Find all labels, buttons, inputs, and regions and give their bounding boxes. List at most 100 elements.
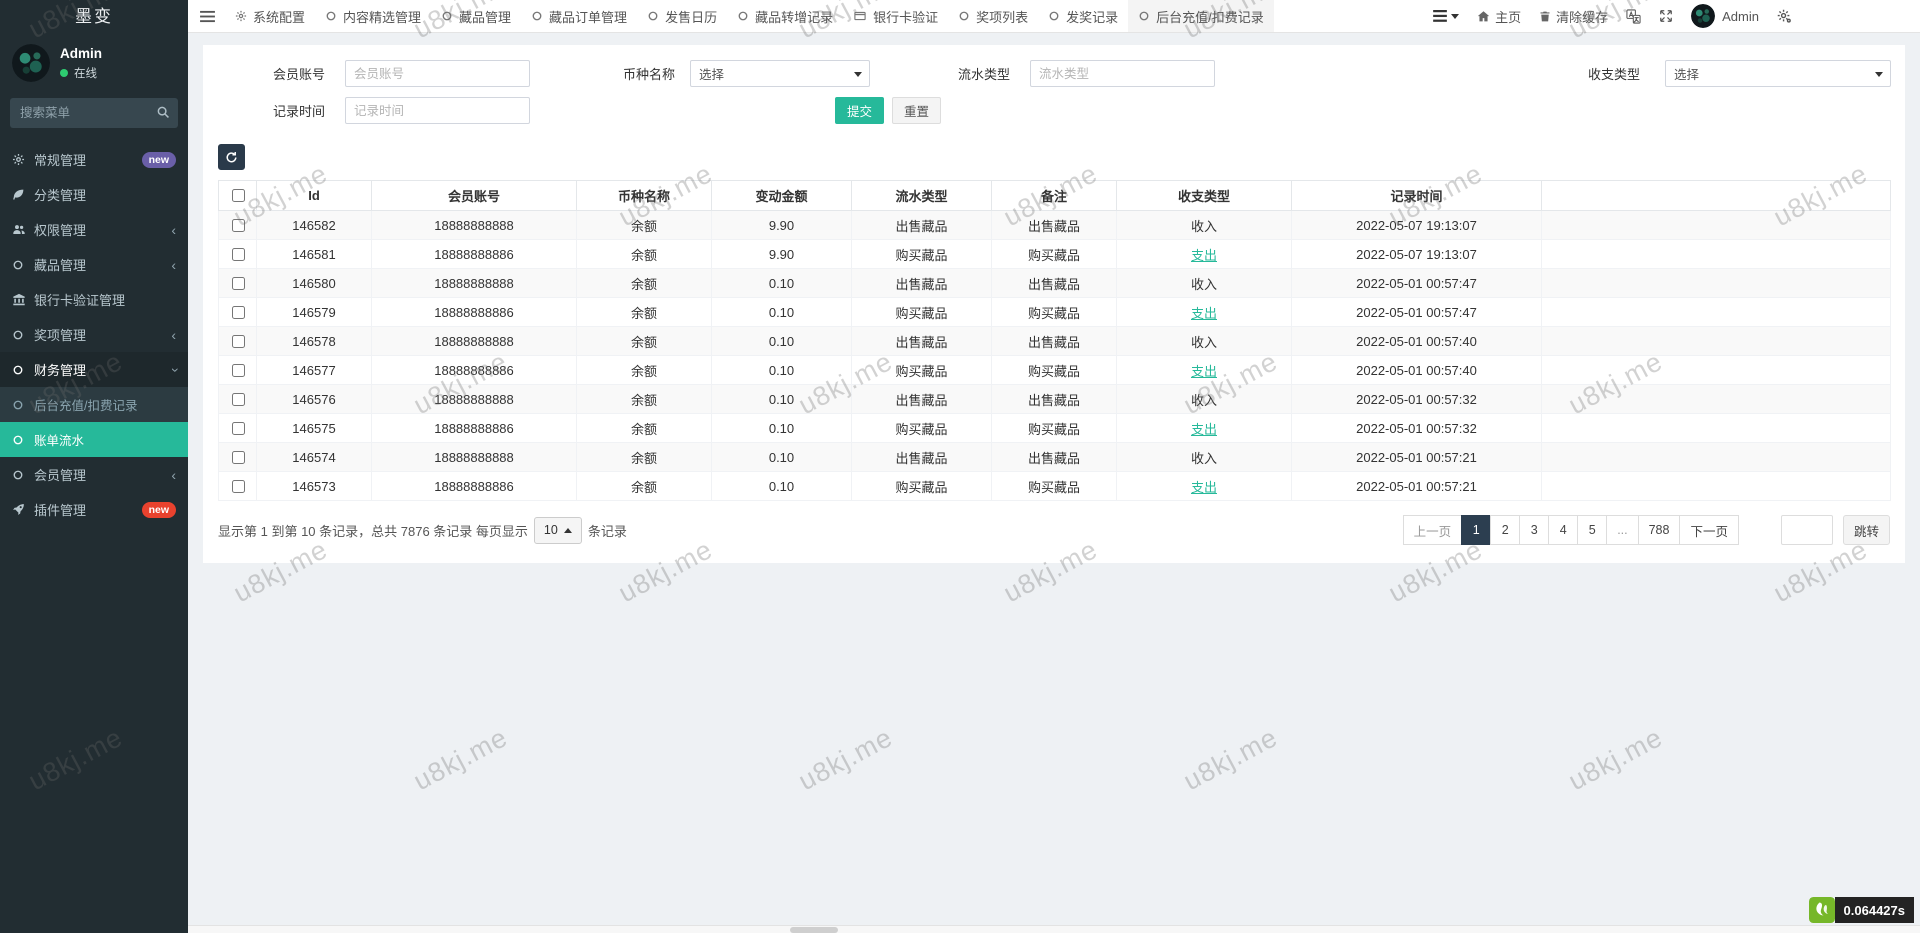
flow-type-label: 流水类型 [955, 64, 1010, 83]
home-link[interactable]: 主页 [1477, 7, 1521, 26]
row-checkbox[interactable] [232, 277, 245, 290]
flow-type-input[interactable] [1030, 60, 1215, 87]
column-header[interactable]: 币种名称 [577, 181, 712, 211]
column-header[interactable]: 流水类型 [852, 181, 992, 211]
page-button[interactable]: 1 [1461, 515, 1491, 545]
chevron-left-icon: ‹ [171, 223, 176, 237]
topnav-tabs: 系统配置内容精选管理藏品管理藏品订单管理发售日历藏品转增记录 银行卡验证 奖项列表发… [225, 0, 1274, 32]
page-size-select[interactable]: 10 [534, 517, 582, 544]
row-checkbox[interactable] [232, 306, 245, 319]
user-menu[interactable]: Admin [1691, 4, 1759, 28]
sidebar-item[interactable]: 藏品管理‹ [0, 247, 188, 282]
translate-icon[interactable] [1626, 9, 1641, 24]
scrollbar-thumb[interactable] [790, 927, 838, 933]
trash-icon [1539, 10, 1551, 23]
reset-button[interactable]: 重置 [892, 97, 941, 124]
topnav-tab[interactable]: 系统配置 [225, 0, 315, 32]
row-checkbox[interactable] [232, 422, 245, 435]
column-header[interactable]: 变动金额 [712, 181, 852, 211]
cell-account: 18888888888 [372, 443, 577, 472]
sidebar-item[interactable]: 账单流水 [0, 422, 188, 457]
column-header[interactable]: 收支类型 [1117, 181, 1292, 211]
prev-page-button[interactable]: 上一页 [1403, 515, 1463, 545]
row-checkbox[interactable] [232, 364, 245, 377]
sidebar-search [10, 98, 178, 128]
topnav-tab[interactable]: 后台充值/扣费记录 [1128, 0, 1274, 32]
sidebar-item[interactable]: 会员管理‹ [0, 457, 188, 492]
search-icon[interactable] [156, 105, 170, 124]
search-input[interactable] [10, 98, 178, 128]
tabs-list-dropdown[interactable] [1433, 10, 1459, 22]
column-header[interactable]: Id [257, 181, 372, 211]
row-checkbox[interactable] [232, 451, 245, 464]
sidebar-item[interactable]: 奖项管理‹ [0, 317, 188, 352]
settings-gears-icon[interactable] [1777, 9, 1792, 24]
cell-inout[interactable]: 支出 [1117, 240, 1292, 269]
currency-label: 币种名称 [615, 64, 675, 83]
next-page-button[interactable]: 下一页 [1679, 515, 1739, 545]
table-row: 14657918888888886余额0.10购买藏品购买藏品支出2022-05… [219, 298, 1891, 327]
inout-type-select[interactable]: 选择 [1665, 60, 1891, 87]
topnav-tab[interactable]: 藏品管理 [431, 0, 521, 32]
cell-filler [1542, 240, 1891, 269]
app-logo[interactable]: 墨变 [0, 0, 188, 34]
cell-inout[interactable]: 支出 [1117, 356, 1292, 385]
cell-inout[interactable]: 支出 [1117, 472, 1292, 501]
horizontal-scrollbar[interactable] [188, 925, 1920, 933]
submit-button[interactable]: 提交 [835, 97, 884, 124]
column-header[interactable]: 备注 [992, 181, 1117, 211]
sidebar-item[interactable]: 后台充值/扣费记录 [0, 387, 188, 422]
cell-filler [1542, 443, 1891, 472]
sidebar-item[interactable]: 分类管理 [0, 177, 188, 212]
currency-select[interactable]: 选择 [690, 60, 870, 87]
row-checkbox[interactable] [232, 393, 245, 406]
topnav-tab[interactable]: 奖项列表 [948, 0, 1038, 32]
column-header[interactable]: 会员账号 [372, 181, 577, 211]
sidebar-item[interactable]: 权限管理‹ [0, 212, 188, 247]
cell-inout[interactable]: 支出 [1117, 298, 1292, 327]
sidebar-item[interactable]: 插件管理new [0, 492, 188, 527]
row-checkbox[interactable] [232, 219, 245, 232]
topnav-tab[interactable]: 藏品订单管理 [521, 0, 637, 32]
member-account-input[interactable] [345, 60, 530, 87]
row-checkbox[interactable] [232, 335, 245, 348]
fullscreen-icon[interactable] [1659, 9, 1673, 23]
select-all-checkbox[interactable] [232, 189, 245, 202]
row-checkbox[interactable] [232, 480, 245, 493]
topnav-tab[interactable]: 藏品转增记录 [727, 0, 843, 32]
topnav-tab[interactable]: 发售日历 [637, 0, 727, 32]
clear-cache-link[interactable]: 清除缓存 [1539, 7, 1608, 26]
cell-inout[interactable]: 支出 [1117, 414, 1292, 443]
page-button[interactable]: 4 [1548, 515, 1578, 545]
table-row: 14657618888888888余额0.10出售藏品出售藏品收入2022-05… [219, 385, 1891, 414]
page-button[interactable]: 3 [1519, 515, 1549, 545]
topnav-tab-label: 奖项列表 [976, 7, 1028, 26]
page-jump-button[interactable]: 跳转 [1843, 515, 1890, 545]
cell-account: 18888888888 [372, 269, 577, 298]
record-time-input[interactable] [345, 97, 530, 124]
cell-time: 2022-05-01 00:57:40 [1292, 327, 1542, 356]
cell-account: 18888888888 [372, 327, 577, 356]
sidebar-item[interactable]: 常规管理new [0, 142, 188, 177]
page-button[interactable]: 5 [1577, 515, 1607, 545]
topnav-tab-label: 银行卡验证 [873, 7, 938, 26]
sidebar-item-label: 常规管理 [34, 150, 86, 169]
record-time-label: 记录时间 [218, 101, 325, 120]
avatar [1691, 4, 1715, 28]
sidebar-item[interactable]: 财务管理‹ [0, 352, 188, 387]
page-button[interactable]: 2 [1490, 515, 1520, 545]
column-header[interactable]: 记录时间 [1292, 181, 1542, 211]
table-row: 14658218888888888余额9.90出售藏品出售藏品收入2022-05… [219, 211, 1891, 240]
sidebar-item-label: 银行卡验证管理 [34, 290, 125, 309]
topnav-tab[interactable]: 发奖记录 [1038, 0, 1128, 32]
topnav-tab[interactable]: 内容精选管理 [315, 0, 431, 32]
row-checkbox[interactable] [232, 248, 245, 261]
hamburger-icon[interactable] [200, 10, 215, 23]
page-button[interactable]: 788 [1638, 515, 1681, 545]
currency-field: 币种名称 选择 [615, 60, 870, 87]
caret-up-icon [564, 528, 572, 533]
page-jump-input[interactable] [1781, 515, 1833, 545]
refresh-button[interactable] [218, 144, 245, 170]
topnav-tab[interactable]: 银行卡验证 [843, 0, 948, 32]
sidebar-item[interactable]: 银行卡验证管理 [0, 282, 188, 317]
